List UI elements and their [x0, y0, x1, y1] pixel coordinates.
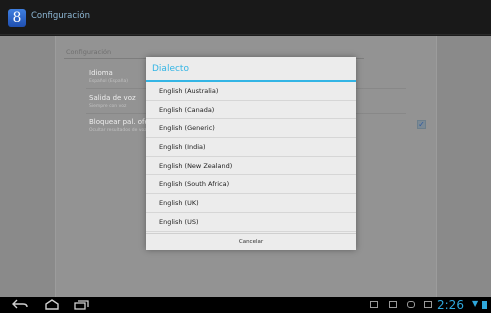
system-bar: 2:26 ▼	[0, 297, 491, 313]
action-bar: 8 Configuración	[0, 0, 491, 35]
dialect-dialog: Dialecto English (Australia) English (Ca…	[146, 57, 356, 250]
wifi-icon: ▼	[472, 299, 479, 308]
pref-voice-output[interactable]: Salida de voz Siempre con voz	[89, 94, 136, 109]
section-header: Configuración	[66, 48, 112, 56]
dialect-option[interactable]: English (Canada)	[146, 101, 356, 120]
usb-icon	[407, 301, 415, 308]
pref-title: Salida de voz	[89, 94, 136, 102]
dialect-option[interactable]: English (US)	[146, 213, 356, 232]
dialect-option[interactable]: English (Generic)	[146, 119, 356, 139]
dialect-option[interactable]: English (UK)	[146, 194, 356, 213]
dialect-list: English (Australia) English (Canada) Eng…	[146, 82, 356, 232]
gallery-icon	[389, 301, 397, 308]
pref-summary: Español (España)	[89, 79, 129, 84]
storage-icon	[424, 301, 432, 308]
cancel-button[interactable]: Cancelar	[146, 233, 356, 250]
block-offensive-checkbox[interactable]: ✓	[417, 120, 426, 129]
pref-summary: Siempre con voz	[89, 104, 127, 109]
back-icon[interactable]	[12, 299, 28, 312]
home-icon[interactable]	[44, 299, 60, 312]
dialect-option[interactable]: English (South Africa)	[146, 175, 356, 195]
app-title: Configuración	[31, 11, 90, 21]
clock: 2:26	[437, 298, 464, 312]
dialect-option[interactable]: English (New Zealand)	[146, 157, 356, 176]
dialect-option[interactable]: English (Australia)	[146, 82, 356, 101]
dialog-title: Dialecto	[152, 64, 189, 74]
app-icon[interactable]: 8	[8, 9, 26, 27]
dialect-option[interactable]: English (India)	[146, 138, 356, 157]
screenshot-icon	[370, 301, 378, 308]
recent-apps-icon[interactable]	[74, 299, 90, 312]
battery-icon	[482, 301, 487, 309]
pref-title: Idioma	[89, 69, 113, 77]
pref-language[interactable]: Idioma Español (España)	[89, 69, 128, 84]
